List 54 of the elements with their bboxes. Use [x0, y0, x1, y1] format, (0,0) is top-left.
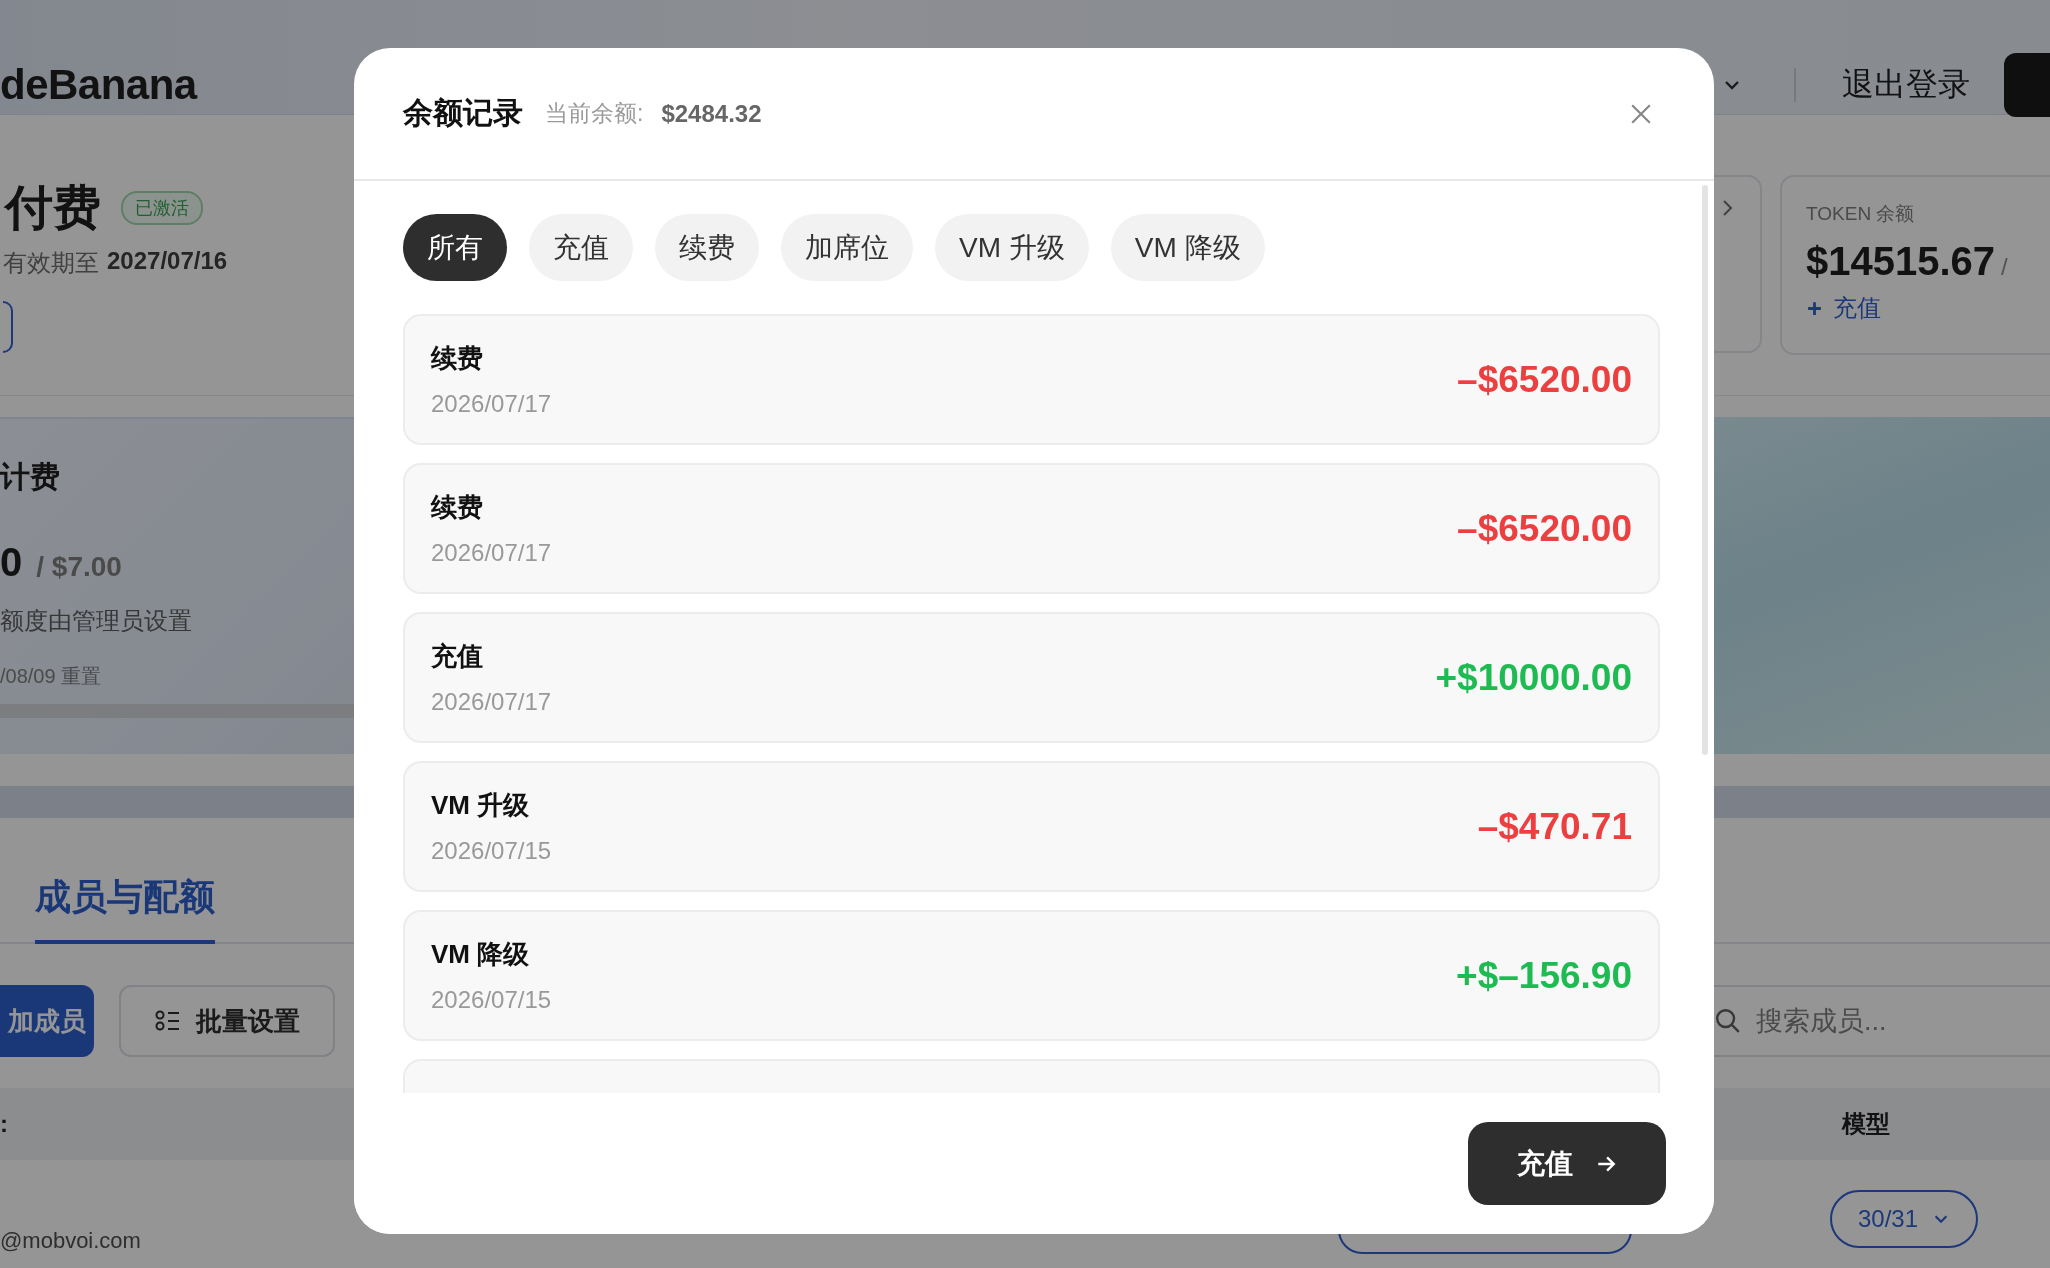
plan-title: 付费 — [3, 180, 102, 236]
record-amount: +$–156.90 — [1456, 954, 1632, 997]
billing-title: 计费 — [0, 459, 61, 495]
filter-tab[interactable]: VM 降级 — [1110, 214, 1265, 281]
logout-button[interactable]: 退出登录 — [1842, 63, 1970, 107]
column-header: : — [0, 1110, 8, 1138]
record-date: 2026/07/17 — [431, 688, 552, 716]
expiry-label: 有效期至 — [3, 248, 99, 279]
add-member-button[interactable]: 加成员 — [0, 985, 94, 1057]
model-dropdown[interactable]: 30/31 — [1830, 1190, 1978, 1248]
record-type: VM 升级 — [431, 789, 531, 822]
recharge-link[interactable]: 充值 — [1806, 292, 1881, 324]
record-amount: +$10000.00 — [1435, 656, 1632, 699]
separator-text: / — [2001, 253, 2008, 281]
record-amount: –$6520.00 — [1457, 358, 1632, 401]
record-amount: –$6520.00 — [1457, 507, 1632, 550]
record-date: 2026/07/17 — [431, 539, 552, 567]
search-icon — [1716, 1009, 1740, 1033]
quota-note: 额度由管理员设置 — [0, 606, 193, 636]
outline-button[interactable] — [3, 301, 13, 354]
status-badge: 已激活 — [121, 191, 203, 226]
dark-button[interactable] — [2004, 53, 2050, 117]
recharge-button[interactable]: 充值 — [1468, 1122, 1666, 1205]
filter-tab[interactable]: 所有 — [403, 214, 507, 281]
list-settings-icon — [154, 1009, 182, 1033]
record-type: 续费 — [431, 342, 484, 375]
token-amount: $14515.67 — [1806, 239, 1996, 284]
record-date: 2026/07/15 — [431, 837, 552, 865]
record-date: 2026/07/15 — [431, 986, 552, 1014]
chevron-right-icon — [1722, 199, 1734, 217]
record-date: 2026/07/17 — [431, 390, 552, 418]
expiry-date: 2027/07/16 — [107, 247, 228, 277]
record-type: 续费 — [431, 491, 484, 524]
dialog-title: 余额记录 — [403, 95, 523, 131]
filter-tab[interactable]: VM 升级 — [935, 214, 1089, 281]
token-label: TOKEN 余额 — [1806, 202, 1916, 226]
close-icon — [1630, 102, 1652, 125]
record-amount: –$470.71 — [1477, 805, 1632, 848]
balance-label: 当前余额: — [545, 99, 644, 128]
usage-amount: 0 — [0, 540, 23, 585]
reset-date: /08/09 重置 — [0, 664, 103, 689]
column-header: 模型 — [1842, 1109, 1890, 1139]
filter-tab[interactable]: 加席位 — [781, 214, 913, 281]
filter-tab[interactable]: 充值 — [529, 214, 633, 281]
filter-tab[interactable]: 续费 — [655, 214, 759, 281]
record-type: 充值 — [431, 640, 484, 673]
section-tab[interactable]: 成员与配额 — [35, 873, 215, 944]
record-type: VM 降级 — [431, 938, 531, 971]
logo-text: deBanana — [0, 61, 197, 109]
balance-value: $2484.32 — [661, 99, 762, 128]
usage-limit: / $7.00 — [36, 551, 122, 583]
table-cell: @mobvoi.com — [0, 1228, 141, 1254]
plus-icon — [1806, 299, 1823, 317]
bulk-settings-button[interactable]: 批量设置 — [119, 985, 335, 1057]
